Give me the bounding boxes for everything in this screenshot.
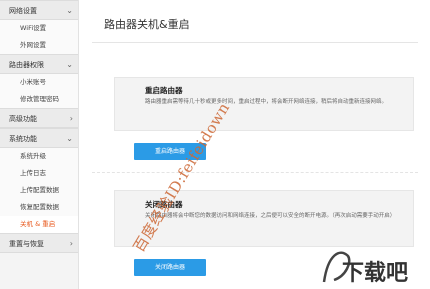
download-site-logo: 下载吧 [322,251,408,286]
chevron-icon: ⌄ [66,60,73,69]
shutdown-description: 关闭路由器将会中断您的数据访问和网络连接，之后便可以安全的断开电源。（再次启动需… [145,213,396,219]
sidebar-section-label: 网络设置 [9,7,37,15]
shutdown-router-button[interactable]: 关闭路由器 [134,259,206,276]
sidebar-item[interactable]: WiFi设置 [0,20,78,37]
sidebar-item[interactable]: 上传配置数据 [0,182,78,199]
sidebar-section-header[interactable]: 网络设置 ⌄ [0,0,78,20]
sidebar-section-header[interactable]: 路由器权限 ⌄ [0,54,78,74]
router-admin-window: 网络设置 ⌄ WiFi设置 外网设置路由器权限 ⌄ 小米账号 修改管理密码高级功能 › 系统功能… [0,0,430,289]
section-divider [92,172,418,173]
sidebar-section-header[interactable]: 高级功能 › [0,108,78,128]
sidebar: 网络设置 ⌄ WiFi设置 外网设置路由器权限 ⌄ 小米账号 修改管理密码高级功能 › 系统功能… [0,0,79,289]
page-title: 路由器关机&重启 [104,18,190,31]
title-divider [92,42,418,43]
restart-card: 重启路由器 路由器重启需等待几十秒或更多时间，重启过程中，将会断开网络连接，稍后… [114,77,414,131]
sidebar-section-header[interactable]: 重置与恢复 › [0,233,78,253]
chevron-icon: › [69,239,73,248]
sidebar-section-label: 高级功能 [9,115,37,123]
chevron-icon: ⌄ [66,134,73,143]
sidebar-item[interactable]: 恢复配置数据 [0,199,78,216]
sidebar-item[interactable]: 外网设置 [0,37,78,54]
sidebar-item[interactable]: 上传日志 [0,165,78,182]
logo-text: 下载吧 [342,260,408,286]
sidebar-section-label: 重置与恢复 [9,240,44,248]
sidebar-section-label: 路由器权限 [9,61,44,69]
sidebar-item[interactable]: 系统升级 [0,148,78,165]
sidebar-item[interactable]: 修改管理密码 [0,91,78,108]
sidebar-item[interactable]: 关机 & 重启 [0,216,78,233]
chevron-icon: › [69,114,73,123]
restart-title: 重启路由器 [145,86,183,95]
chevron-icon: ⌄ [66,6,73,15]
sidebar-section-header[interactable]: 系统功能 ⌄ [0,128,78,148]
sidebar-section-label: 系统功能 [9,135,37,143]
restart-description: 路由器重启需等待几十秒或更多时间，重启过程中，将会断开网络连接，稍后将自动重新连… [145,99,388,105]
sidebar-item[interactable]: 小米账号 [0,74,78,91]
